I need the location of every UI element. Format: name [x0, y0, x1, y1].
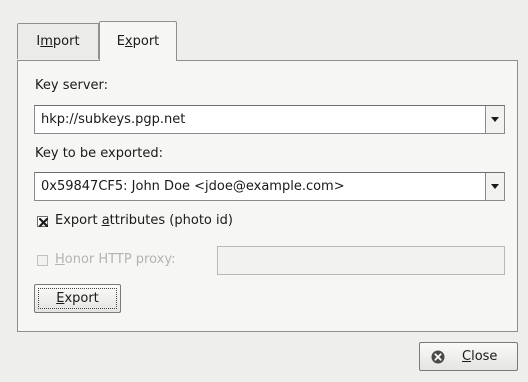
export-button[interactable]: Export — [34, 284, 121, 313]
key-server-value: hkp://subkeys.pgp.net — [41, 112, 186, 127]
check-x-icon — [39, 218, 48, 227]
chevron-down-icon — [491, 117, 499, 122]
export-panel: Key server: hkp://subkeys.pgp.net Key to… — [17, 60, 518, 332]
key-server-combo[interactable]: hkp://subkeys.pgp.net — [34, 105, 505, 134]
tab-export-label: Export — [116, 34, 160, 49]
export-attributes-label: Export attributes (photo id) — [55, 213, 233, 228]
close-icon — [431, 350, 445, 364]
close-button[interactable]: Close — [419, 342, 518, 371]
tab-export[interactable]: Export — [99, 21, 177, 61]
key-server-label: Key server: — [35, 78, 109, 93]
honor-proxy-label: Honor HTTP proxy: — [55, 252, 176, 267]
key-to-export-dropdown-button[interactable] — [485, 173, 504, 200]
export-attributes-checkbox[interactable] — [37, 216, 48, 227]
focus-ring — [38, 288, 117, 309]
key-to-export-combo[interactable]: 0x59847CF5: John Doe <jdoe@example.com> — [34, 172, 505, 201]
key-server-dropdown-button[interactable] — [485, 106, 504, 133]
key-to-export-value: 0x59847CF5: John Doe <jdoe@example.com> — [41, 179, 345, 194]
close-button-label: Close — [462, 349, 498, 364]
honor-proxy-checkbox[interactable] — [37, 255, 48, 266]
proxy-input[interactable] — [217, 246, 505, 275]
chevron-down-icon — [491, 184, 499, 189]
key-to-export-label: Key to be exported: — [35, 146, 164, 161]
tab-import[interactable]: Import — [17, 23, 99, 59]
tab-import-label: Import — [36, 34, 80, 49]
